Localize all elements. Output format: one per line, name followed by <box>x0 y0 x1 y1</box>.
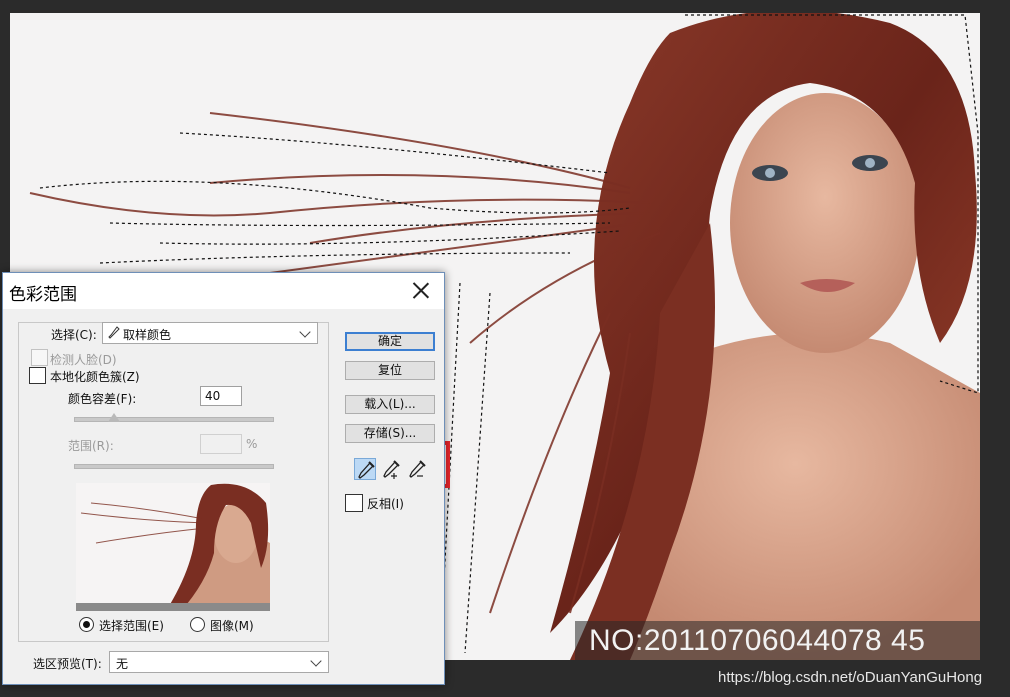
localized-clusters-label: 本地化颜色簇(Z) <box>50 370 140 384</box>
chevron-down-icon <box>310 655 322 667</box>
fuzziness-input[interactable]: 40 <box>200 386 242 406</box>
fuzziness-label: 颜色容差(F): <box>68 392 137 406</box>
image-radio-label: 图像(M) <box>210 619 254 633</box>
detect-faces-checkbox[interactable] <box>31 349 48 366</box>
eyedropper-icon[interactable] <box>354 458 376 480</box>
selection-preview-dropdown[interactable]: 无 <box>109 651 329 673</box>
range-input[interactable] <box>200 434 242 454</box>
select-dropdown[interactable]: 取样颜色 <box>102 322 318 344</box>
dialog-titlebar[interactable]: 色彩范围 <box>3 273 444 309</box>
selection-radio[interactable] <box>79 617 94 632</box>
eyedropper-tools <box>350 455 438 483</box>
select-value: 取样颜色 <box>123 328 172 342</box>
invert-checkbox[interactable] <box>345 494 363 512</box>
range-slider-track[interactable] <box>74 464 274 469</box>
fuzziness-slider-track[interactable] <box>74 417 274 422</box>
chevron-down-icon <box>299 326 311 338</box>
range-label: 范围(R): <box>68 439 114 453</box>
eyedropper-plus-icon[interactable] <box>380 458 402 480</box>
detect-faces-label: 检测人脸(D) <box>50 353 117 367</box>
eyedropper-small-icon <box>108 326 120 343</box>
select-label: 选择(C): <box>51 328 97 342</box>
color-range-dialog: 色彩范围 选择(C): 取样颜色 检测人脸(D) 本地化颜色簇(Z) 颜色容差(… <box>2 272 445 685</box>
ok-button[interactable]: 确定 <box>345 332 435 351</box>
selection-radio-label: 选择范围(E) <box>99 619 164 633</box>
reset-button[interactable]: 复位 <box>345 361 435 380</box>
image-radio[interactable] <box>190 617 205 632</box>
watermark-number: NO:20110706044078 45 <box>575 621 980 660</box>
preview-thumbnail <box>76 483 270 611</box>
dialog-title: 色彩范围 <box>9 285 77 305</box>
invert-label: 反相(I) <box>367 497 404 511</box>
selection-preview-value: 无 <box>116 657 129 671</box>
save-button[interactable]: 存储(S)... <box>345 424 435 443</box>
fuzziness-slider-thumb[interactable] <box>108 413 120 422</box>
load-button[interactable]: 载入(L)... <box>345 395 435 414</box>
eyedropper-minus-icon[interactable] <box>406 458 428 480</box>
site-credit-text: https://blog.csdn.net/oDuanYanGuHong <box>718 669 983 686</box>
localized-clusters-checkbox[interactable] <box>29 367 46 384</box>
range-unit: % <box>246 437 258 451</box>
close-icon[interactable] <box>410 279 432 301</box>
selection-preview-label: 选区预览(T): <box>33 657 102 671</box>
